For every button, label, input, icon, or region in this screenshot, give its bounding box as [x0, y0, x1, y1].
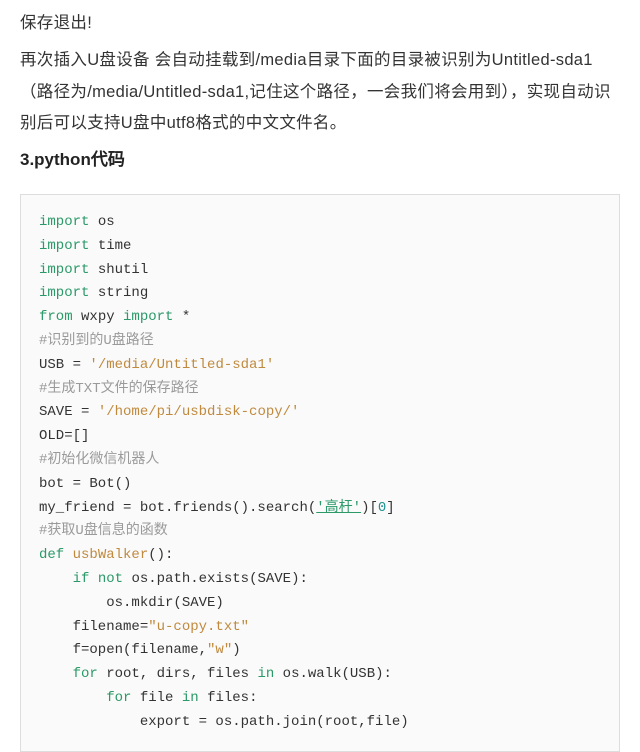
- code-token: file: [131, 690, 181, 706]
- code-comment: #识别到的U盘路径: [39, 333, 154, 349]
- code-token: os: [89, 214, 114, 230]
- code-token: [39, 690, 106, 706]
- code-token: my_friend = bot.friends().search(: [39, 500, 316, 516]
- code-token: files:: [199, 690, 258, 706]
- code-comment: #初始化微信机器人: [39, 452, 159, 468]
- code-func: usbWalker: [73, 547, 149, 563]
- code-token: root, dirs, files: [98, 666, 258, 682]
- code-comment: #生成TXT文件的保存路径: [39, 381, 199, 397]
- paragraph-save-exit: 保存退出!: [20, 8, 620, 39]
- code-token: [39, 666, 73, 682]
- code-token: *: [173, 309, 190, 325]
- code-token: ]: [386, 500, 394, 516]
- code-token: not: [98, 571, 123, 587]
- code-token: f=open(filename,: [39, 642, 207, 658]
- code-comment: #获取U盘信息的函数: [39, 523, 168, 539]
- code-token: def: [39, 547, 64, 563]
- code-token: import: [123, 309, 173, 325]
- code-token: ): [232, 642, 240, 658]
- code-token: import: [39, 238, 89, 254]
- code-token: os.walk(USB):: [274, 666, 392, 682]
- code-token: filename=: [39, 619, 148, 635]
- section-heading: 3.python代码: [20, 145, 620, 176]
- code-token: in: [257, 666, 274, 682]
- code-block: import os import time import shutil impo…: [20, 194, 620, 752]
- code-token: [39, 571, 73, 587]
- code-string: '/home/pi/usbdisk-copy/': [98, 404, 300, 420]
- code-token: import: [39, 214, 89, 230]
- code-token: [89, 571, 97, 587]
- code-token: os.path.exists(SAVE):: [123, 571, 308, 587]
- code-string: '高杆': [316, 500, 361, 516]
- code-token: os.mkdir(SAVE): [39, 595, 224, 611]
- code-token: if: [73, 571, 90, 587]
- code-token: string: [89, 285, 148, 301]
- code-token: SAVE =: [39, 404, 98, 420]
- code-token: ():: [148, 547, 173, 563]
- code-token: bot = Bot(): [39, 476, 131, 492]
- code-token: shutil: [89, 262, 148, 278]
- code-token: export = os.path.join(root,file): [39, 714, 409, 730]
- code-string: "w": [207, 642, 232, 658]
- code-token: for: [106, 690, 131, 706]
- code-token: USB =: [39, 357, 89, 373]
- code-token: for: [73, 666, 98, 682]
- code-token: wxpy: [73, 309, 123, 325]
- code-token: time: [89, 238, 131, 254]
- code-token: in: [182, 690, 199, 706]
- code-token: import: [39, 285, 89, 301]
- code-token: )[: [361, 500, 378, 516]
- code-token: from: [39, 309, 73, 325]
- code-string: "u-copy.txt": [148, 619, 249, 635]
- code-token: import: [39, 262, 89, 278]
- code-token: OLD=[]: [39, 428, 89, 444]
- paragraph-description: 再次插入U盘设备 会自动挂载到/media目录下面的目录被识别为Untitled…: [20, 45, 620, 139]
- code-token: [64, 547, 72, 563]
- code-string: '/media/Untitled-sda1': [89, 357, 274, 373]
